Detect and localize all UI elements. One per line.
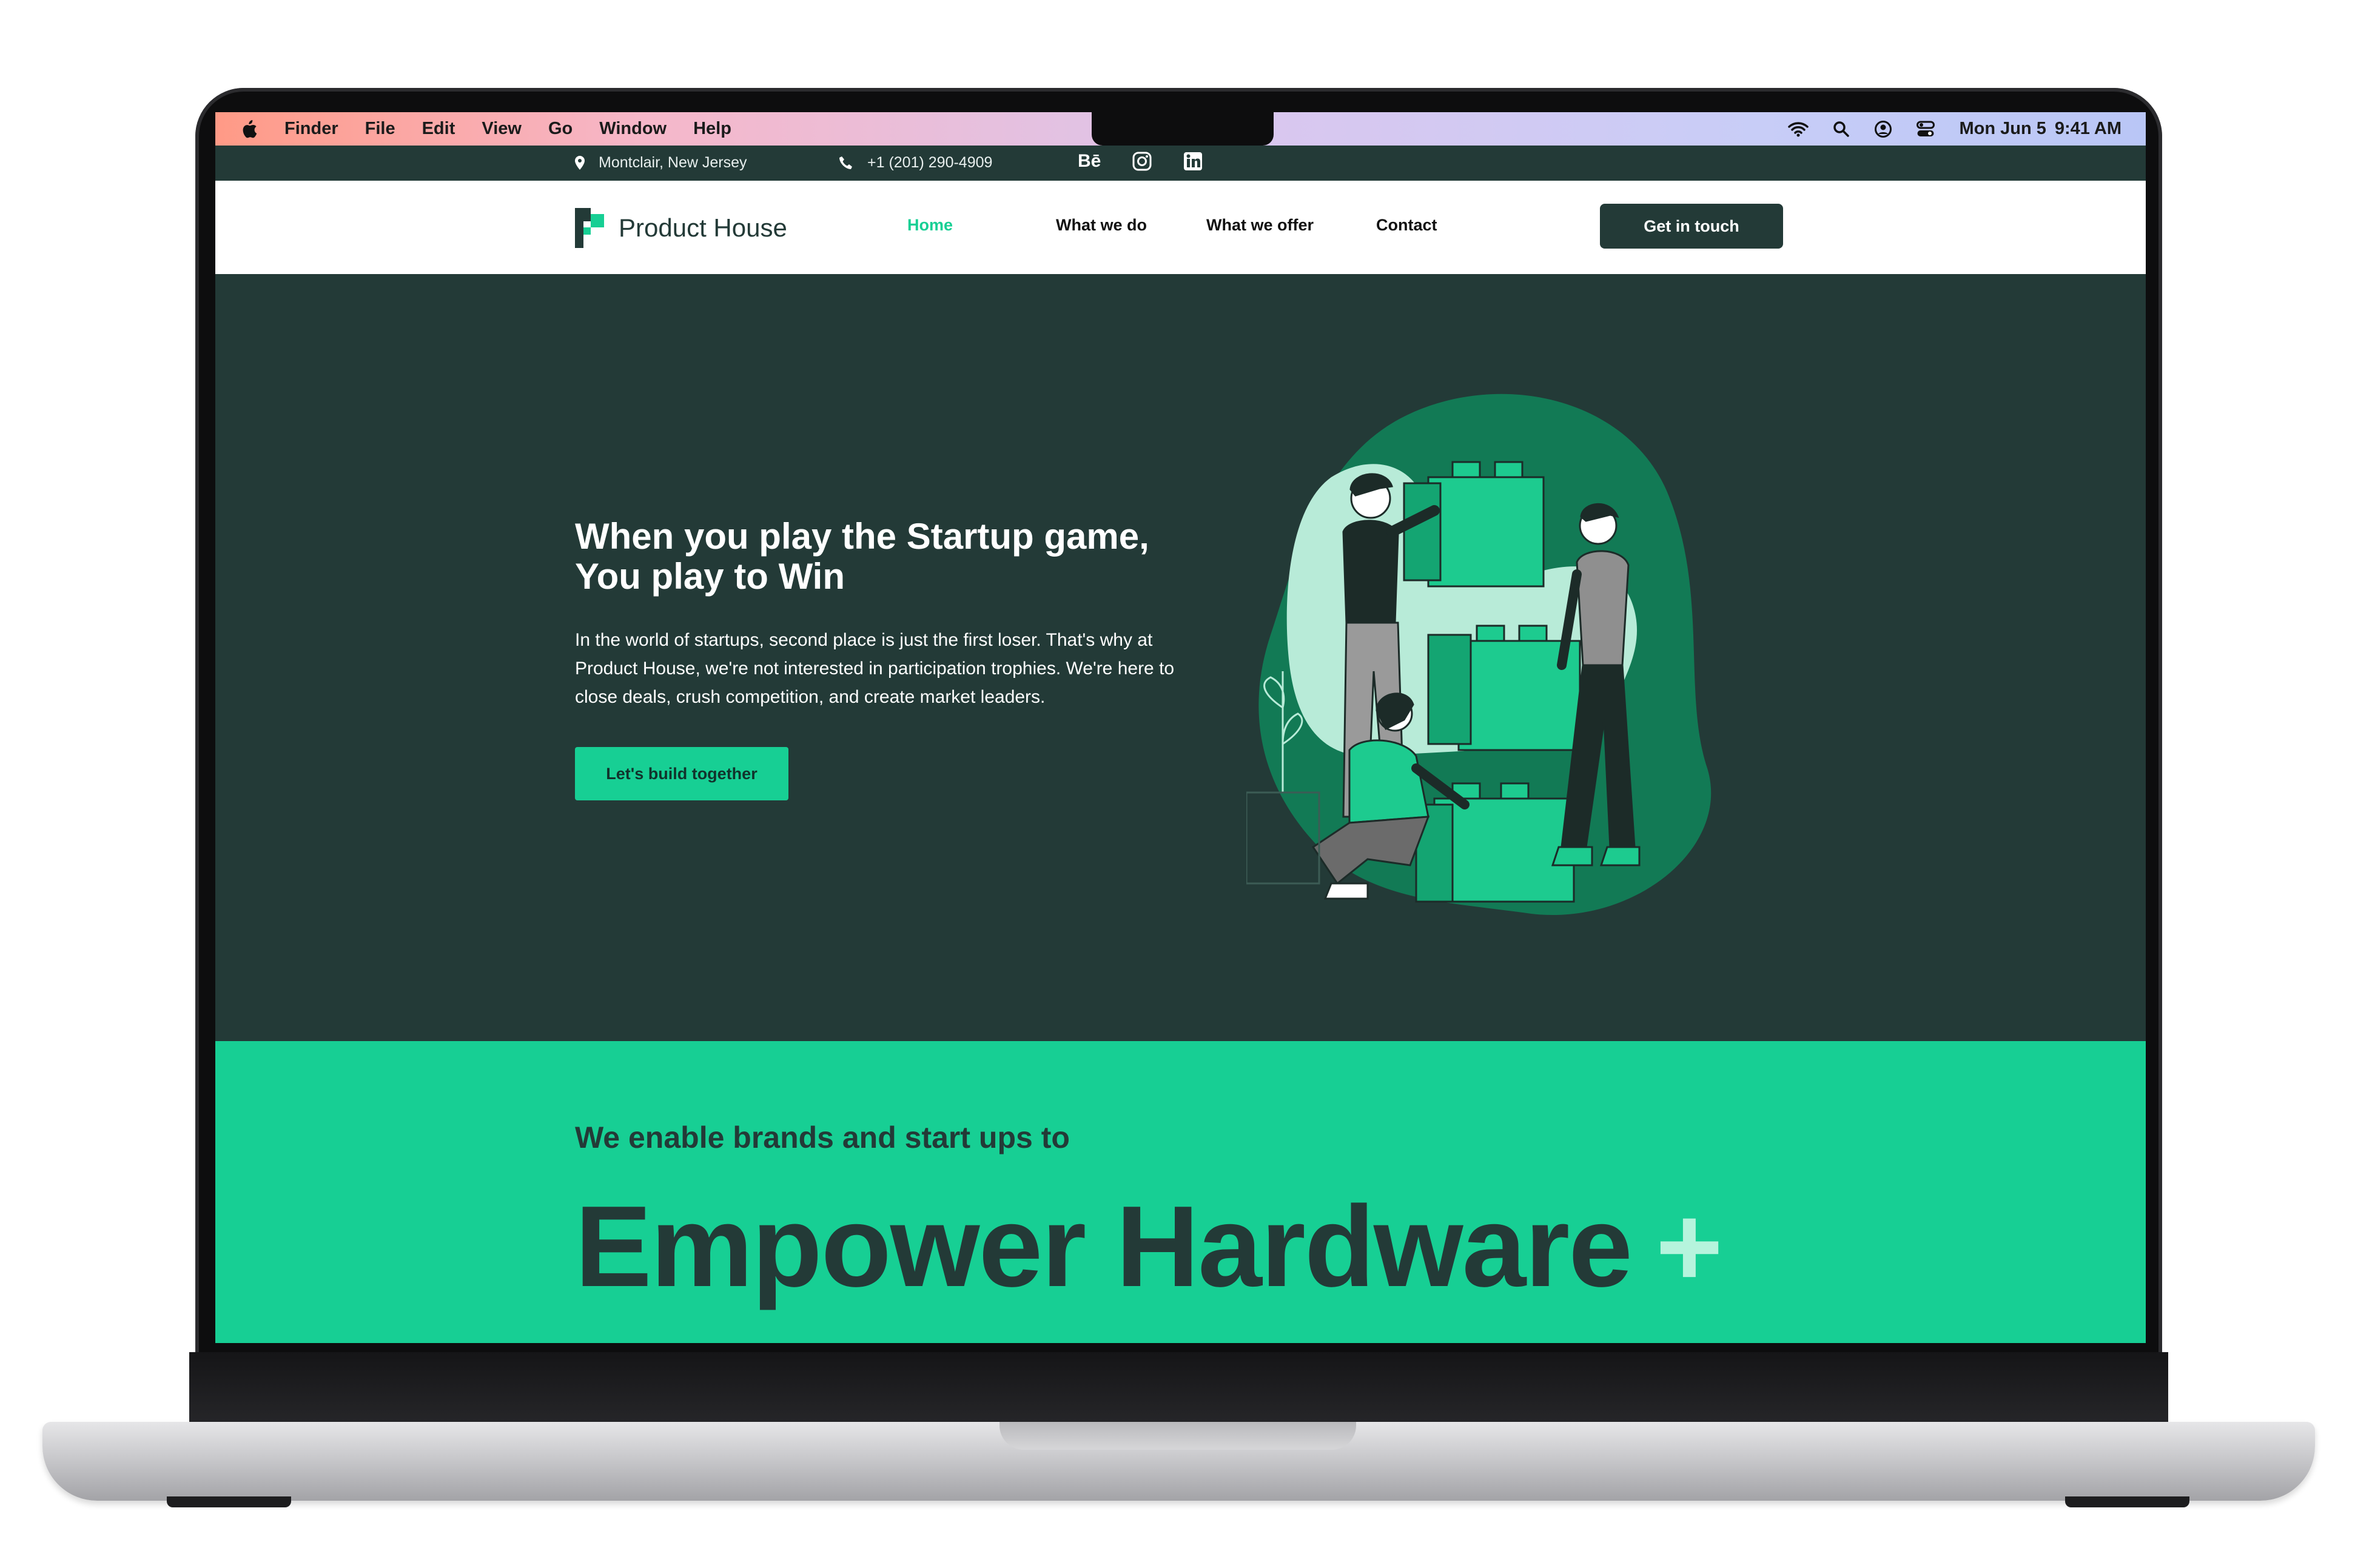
hero-title: When you play the Startup game, You play… xyxy=(575,517,1212,597)
instagram-icon[interactable] xyxy=(1132,152,1152,171)
linkedin-icon[interactable] xyxy=(1183,152,1203,171)
laptop-foot-left xyxy=(167,1496,291,1507)
menu-finder[interactable]: Finder xyxy=(284,119,338,139)
brand-name: Product House xyxy=(619,213,787,242)
menu-file[interactable]: File xyxy=(365,119,395,139)
menu-window[interactable]: Window xyxy=(599,119,667,139)
map-pin-icon xyxy=(575,155,585,170)
site-info-bar: Montclair, New Jersey +1 (201) 290-4909 … xyxy=(215,146,2146,181)
hero-description: In the world of startups, second place i… xyxy=(575,630,1175,707)
team-building-blocks-illustration xyxy=(1246,394,1712,916)
laptop-screen: Finder File Edit View Go Window Help Mon… xyxy=(215,112,2146,1343)
menu-go[interactable]: Go xyxy=(548,119,573,139)
camera-notch xyxy=(1092,112,1274,146)
nav-home[interactable]: Home xyxy=(907,216,953,235)
nav-what-we-do[interactable]: What we do xyxy=(1056,216,1147,235)
hero-title-line-2: You play to Win xyxy=(575,556,845,597)
nav-contact[interactable]: Contact xyxy=(1376,216,1437,235)
empower-headline: Empower Hardware + xyxy=(575,1181,1723,1313)
site-navbar: Product House Home What we do What we of… xyxy=(215,181,2146,274)
plus-icon: + xyxy=(1655,1182,1723,1311)
laptop-opening-notch xyxy=(999,1422,1356,1450)
wifi-icon[interactable] xyxy=(1788,121,1809,137)
apple-icon[interactable] xyxy=(240,119,258,139)
control-center-icon[interactable] xyxy=(1917,121,1935,138)
location-text: Montclair, New Jersey xyxy=(599,154,747,171)
hero-title-line-1: When you play the Startup game, xyxy=(575,516,1149,557)
spotlight-search-icon[interactable] xyxy=(1833,121,1850,138)
empower-section: We enable brands and start ups to Empowe… xyxy=(215,1041,2146,1343)
hero-section: When you play the Startup game, You play… xyxy=(215,274,2146,1041)
phone-text[interactable]: +1 (201) 290-4909 xyxy=(867,154,992,172)
laptop-bezel xyxy=(189,1352,2168,1425)
menu-view[interactable]: View xyxy=(482,119,522,139)
phone-info[interactable]: +1 (201) 290-4909 xyxy=(838,154,992,172)
laptop-foot-right xyxy=(2065,1496,2189,1507)
menu-edit[interactable]: Edit xyxy=(422,119,455,139)
user-account-icon[interactable] xyxy=(1874,120,1892,138)
social-links: Bē xyxy=(1046,151,1203,172)
nav-what-we-offer[interactable]: What we offer xyxy=(1206,216,1314,235)
product-house-logo-icon xyxy=(575,208,604,248)
empower-subtitle: We enable brands and start ups to xyxy=(575,1121,1070,1154)
phone-icon xyxy=(839,156,852,169)
behance-icon[interactable]: Bē xyxy=(1078,151,1101,172)
lets-build-together-button[interactable]: Let's build together xyxy=(575,747,788,800)
empower-headline-text: Empower Hardware xyxy=(575,1182,1633,1311)
location-info: Montclair, New Jersey xyxy=(574,154,747,172)
menubar-date[interactable]: Mon Jun 5 xyxy=(1959,119,2046,139)
menubar-time[interactable]: 9:41 AM xyxy=(2055,119,2122,139)
brand-logo[interactable]: Product House xyxy=(575,208,787,248)
get-in-touch-button[interactable]: Get in touch xyxy=(1600,204,1783,249)
menu-help[interactable]: Help xyxy=(693,119,731,139)
